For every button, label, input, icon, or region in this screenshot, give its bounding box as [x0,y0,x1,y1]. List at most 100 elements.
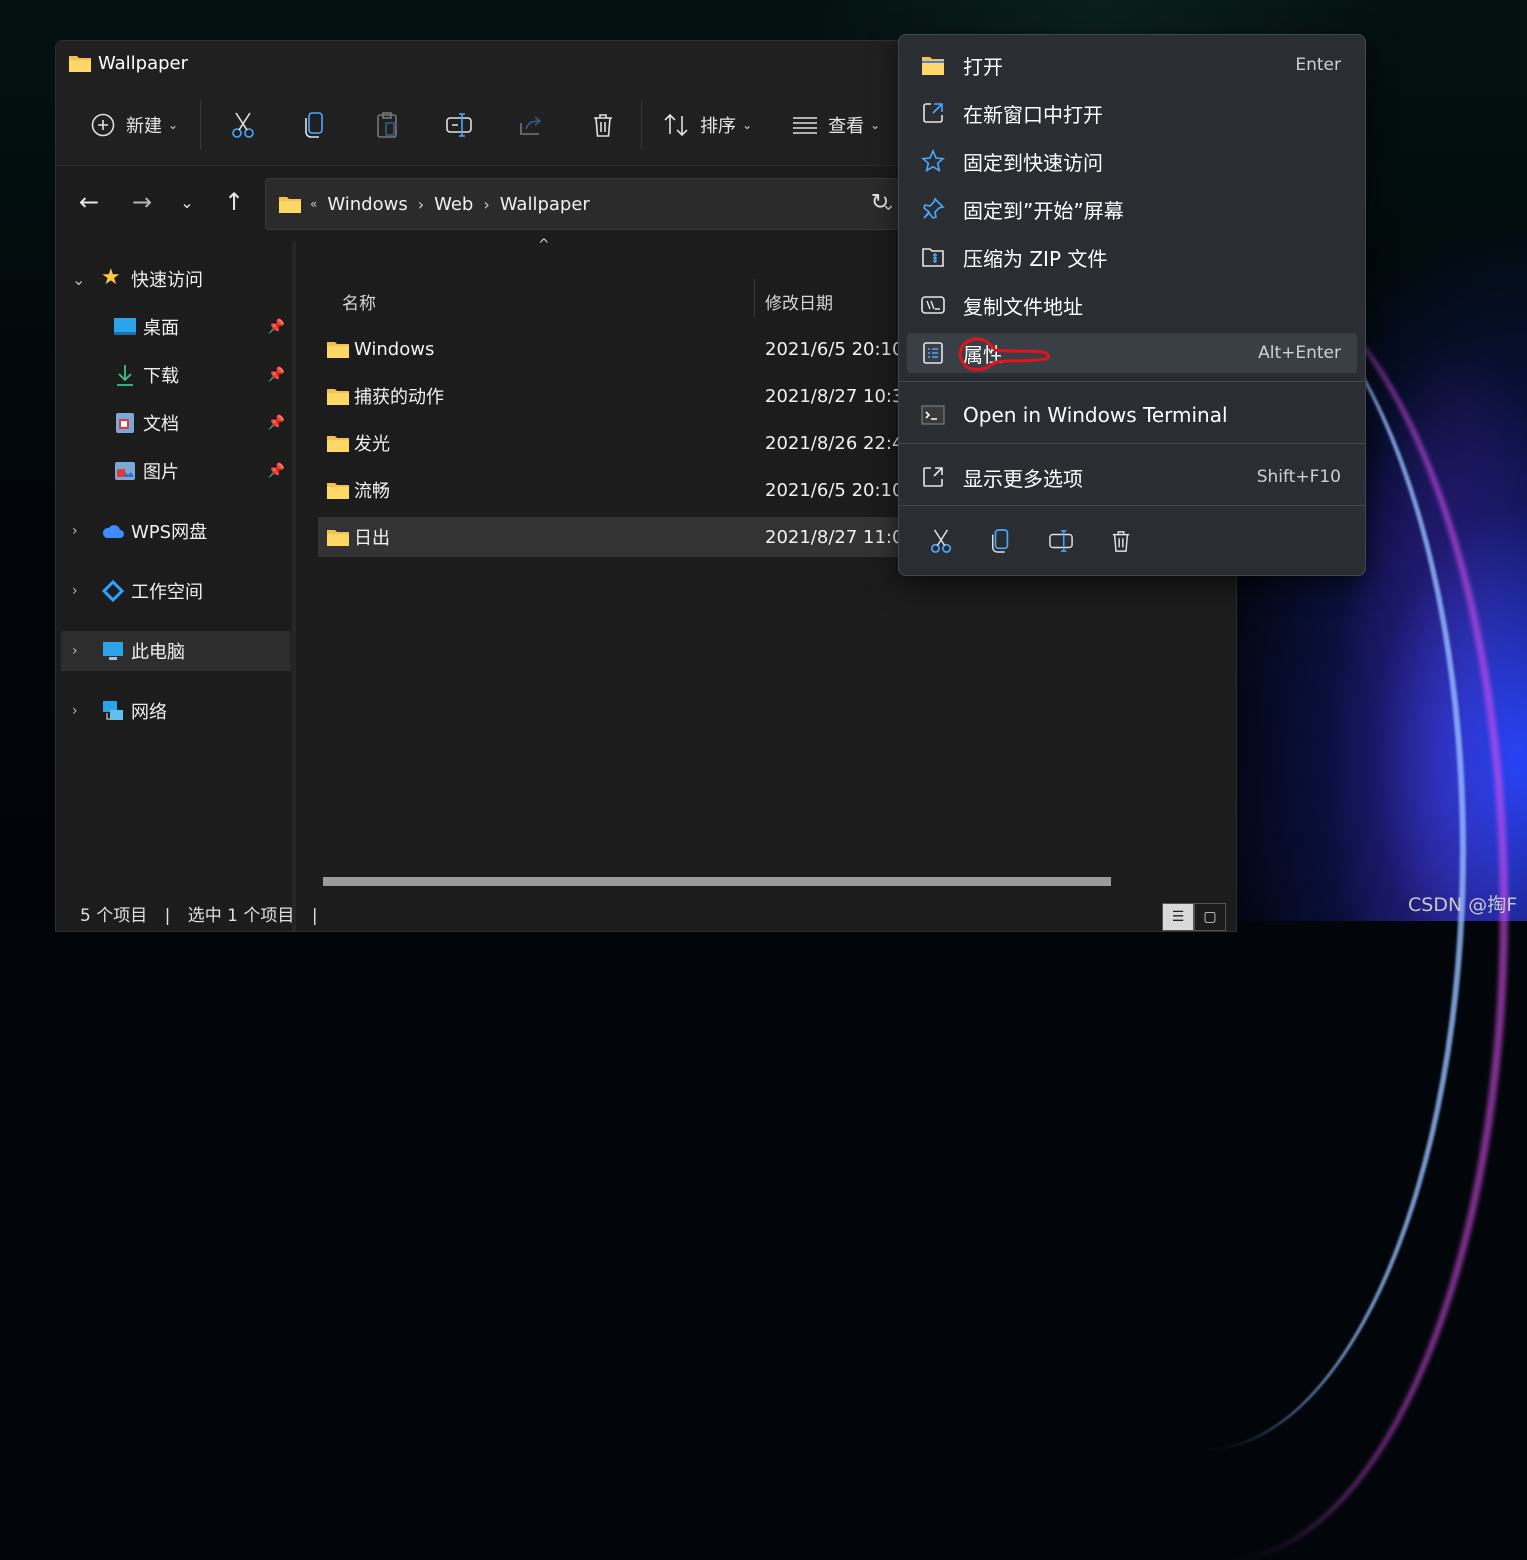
arrow-left-icon: ← [78,188,100,216]
menu-divider [899,505,1365,506]
chevron-down-icon[interactable]: ⌄ [72,270,85,289]
paste-button[interactable] [351,105,423,145]
view-button[interactable]: 查看 ⌄ [792,105,880,145]
share-icon [520,116,542,135]
sort-ascending-icon: ^ [538,237,550,253]
view-switcher: ☰ ▢ [1162,903,1226,931]
sidebar-item-quick-access[interactable]: ⌄ ★ 快速访问 [56,259,291,299]
folder-icon [327,389,349,405]
sidebar-item-desktop[interactable]: 桌面 📌 [56,307,291,347]
tiles-view-button[interactable]: ▢ [1194,903,1226,931]
network-icon [103,701,123,720]
status-divider: | [164,906,171,926]
menu-item-open-new-window[interactable]: 在新窗口中打开 [907,93,1357,133]
sidebar-item-workspace[interactable]: › 工作空间 [56,571,291,611]
folder-icon [327,483,349,499]
refresh-button[interactable]: ↻ [862,184,898,220]
sidebar-item-documents[interactable]: 文档 📌 [56,403,291,443]
navigation-pane: ⌄ ★ 快速访问 桌面 📌 下载 📌 文档 📌 图片 📌 › WPS网盘 › 工… [56,241,293,931]
chevron-down-icon: ⌄ [180,192,194,212]
breadcrumb-item[interactable]: Wallpaper [500,194,590,215]
folder-icon [327,530,349,546]
menu-item-pin-quick-access[interactable]: 固定到快速访问 [907,141,1357,181]
cut-button[interactable] [207,105,279,145]
rename-icon [446,113,472,137]
sidebar-item-label: 工作空间 [131,582,203,603]
menu-copy-button[interactable] [971,521,1031,561]
menu-item-label: 显示更多选项 [963,466,1083,491]
menu-item-open[interactable]: 打开 Enter [907,45,1357,85]
breadcrumb-item[interactable]: Windows [327,194,407,215]
sidebar-item-label: 网络 [131,702,167,723]
sidebar-item-pictures[interactable]: 图片 📌 [56,451,291,491]
menu-item-compress-zip[interactable]: 压缩为 ZIP 文件 [907,237,1357,277]
up-button[interactable]: ↑ [216,184,252,220]
toolbar-divider [641,101,643,149]
menu-item-open-terminal[interactable]: Open in Windows Terminal [907,395,1357,435]
folder-icon [327,342,349,358]
chevron-right-icon[interactable]: › [72,703,78,719]
sort-button[interactable]: 排序 ⌄ [662,105,752,145]
menu-delete-button[interactable] [1091,521,1151,561]
column-header-date[interactable]: 修改日期 [765,289,833,314]
rename-icon [1049,530,1073,552]
breadcrumb-separator-icon: › [483,194,490,214]
share-button[interactable] [495,105,567,145]
menu-item-pin-start[interactable]: 固定到”开始”屏幕 [907,189,1357,229]
chevron-down-icon: ⌄ [742,118,753,132]
menu-item-copy-path[interactable]: 复制文件地址 [907,285,1357,325]
sidebar-item-wps[interactable]: › WPS网盘 [56,511,291,551]
column-header-name[interactable]: 名称 [342,289,376,314]
red-annotation-circle [958,337,1050,372]
chevron-down-icon: ⌄ [870,118,881,132]
sidebar-item-this-pc[interactable]: › 此电脑 [61,631,291,671]
arrow-up-icon: ↑ [223,188,245,216]
file-date: 2021/8/27 10:3 [765,385,904,407]
menu-cut-button[interactable] [911,521,971,561]
file-name: 捕获的动作 [354,387,444,408]
horizontal-scrollbar[interactable] [323,877,1111,886]
menu-divider [899,443,1365,444]
recent-locations-button[interactable]: ⌄ [169,184,205,220]
menu-item-show-more-options[interactable]: 显示更多选项 Shift+F10 [907,457,1357,497]
sidebar-item-network[interactable]: › 网络 [56,691,291,731]
file-date: 2021/8/26 22:4 [765,432,904,454]
chevron-down-icon: ⌄ [168,118,179,132]
new-window-icon [923,103,943,123]
column-divider[interactable] [754,279,755,317]
forward-button[interactable]: → [124,184,160,220]
item-count: 5 个项目 [80,906,148,926]
delete-button[interactable] [567,105,639,145]
chevron-right-icon[interactable]: › [72,643,78,659]
view-button-label: 查看 [828,116,865,137]
breadcrumb-item[interactable]: Web [434,194,473,215]
new-button-label: 新建 [126,116,162,137]
pin-icon[interactable]: 📌 [268,367,285,383]
file-name: 流畅 [354,481,390,502]
address-bar[interactable]: « Windows › Web › Wallpaper ⌄ [265,178,917,230]
menu-item-label: 固定到”开始”屏幕 [963,198,1124,223]
pin-icon[interactable]: 📌 [268,415,285,431]
zip-icon [922,248,944,267]
rename-button[interactable] [423,105,495,145]
menu-item-shortcut: Enter [1295,55,1341,75]
new-button[interactable]: 新建 ⌄ [86,105,182,145]
menu-item-label: 打开 [963,54,1003,79]
sidebar-item-label: WPS网盘 [131,522,208,543]
details-view-button[interactable]: ☰ [1162,903,1194,931]
copy-button[interactable] [279,105,351,145]
menu-item-properties[interactable]: 属性 Alt+Enter [907,333,1357,373]
pin-icon[interactable]: 📌 [268,319,285,335]
pin-icon[interactable]: 📌 [268,463,285,479]
menu-rename-button[interactable] [1031,521,1091,561]
chevron-right-icon[interactable]: › [72,523,78,539]
folder-open-icon [922,57,944,75]
file-name: 日出 [354,528,390,549]
file-date: 2021/6/5 20:10 [765,338,904,360]
chevron-right-icon[interactable]: › [72,583,78,599]
back-button[interactable]: ← [71,184,107,220]
sidebar-item-label: 下载 [143,366,179,387]
sidebar-item-downloads[interactable]: 下载 📌 [56,355,291,395]
watermark: CSDN @掏F [1408,894,1518,916]
scissors-icon [232,112,254,138]
